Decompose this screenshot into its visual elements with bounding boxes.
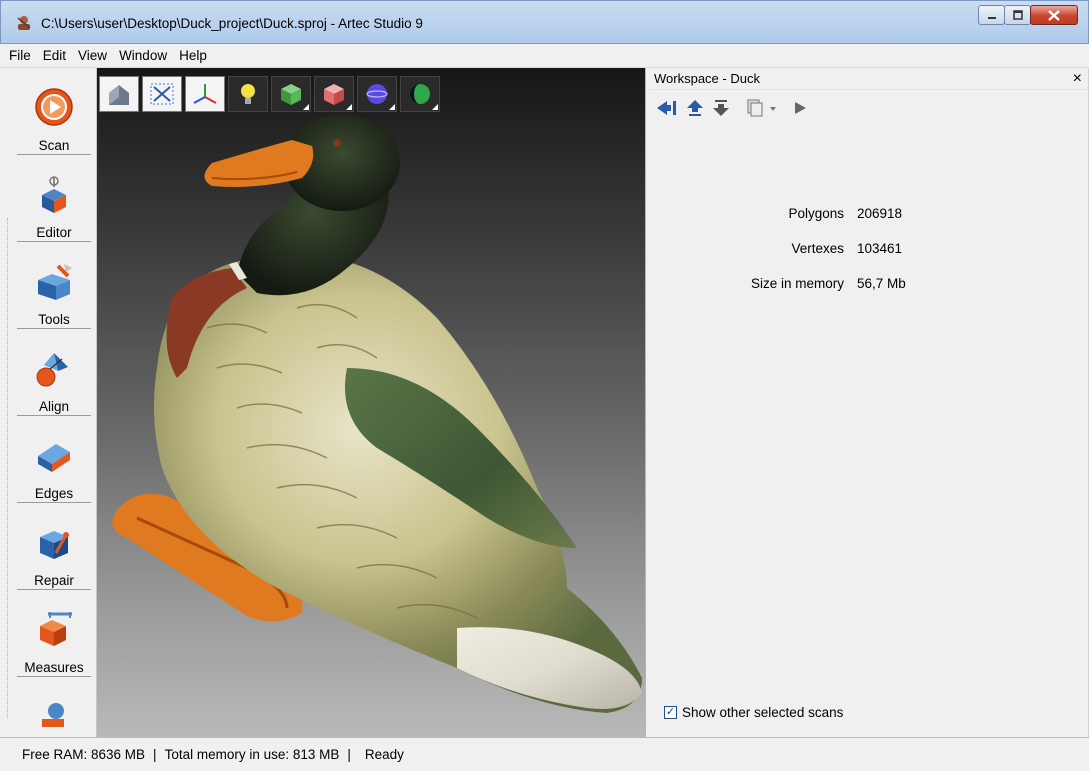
menu-help[interactable]: Help <box>173 45 213 67</box>
maximize-button[interactable] <box>1004 5 1031 25</box>
sphere-mode-button[interactable] <box>357 76 397 112</box>
editor-button[interactable]: Editor <box>17 155 91 242</box>
3d-viewport[interactable] <box>97 68 645 737</box>
scan-label: Scan <box>38 138 70 153</box>
measures-button[interactable]: Measures <box>17 590 91 677</box>
home-view-icon <box>109 85 129 105</box>
workspace-toolbar <box>656 98 816 118</box>
ready-status: Ready <box>364 747 404 762</box>
solid-mode-icon <box>324 84 344 105</box>
left-toolbar: Scan Editor Tools Align Edges Repair Mea… <box>0 68 97 737</box>
dark-mode-icon <box>410 84 430 104</box>
move-down-button[interactable] <box>712 98 730 118</box>
workspace-panel: Workspace - Duck × Polygons 206918 Verte… <box>650 68 1089 737</box>
stat-vertexes: Vertexes 103461 <box>650 241 1089 261</box>
measures-icon <box>40 612 72 646</box>
status-separator: | <box>153 747 157 762</box>
repair-label: Repair <box>34 573 74 588</box>
workspace-header: Workspace - Duck × <box>650 68 1088 90</box>
title-bar: C:\Users\user\Desktop\Duck_project\Duck.… <box>0 0 1089 44</box>
stat-value: 103461 <box>857 241 903 256</box>
solid-mode-button[interactable] <box>314 76 354 112</box>
total-memory-status: Total memory in use: 813 MB <box>164 747 340 762</box>
editor-label: Editor <box>36 225 72 240</box>
tools-button[interactable]: Tools <box>17 242 91 329</box>
stat-size-in-memory: Size in memory 56,7 Mb <box>650 276 1089 296</box>
stat-value: 56,7 Mb <box>857 276 906 291</box>
menu-edit[interactable]: Edit <box>37 45 72 67</box>
axes-icon <box>193 84 217 104</box>
lightbulb-icon <box>241 84 255 104</box>
status-separator: | <box>347 747 351 762</box>
repair-icon <box>40 531 69 559</box>
collapse-left-icon <box>657 101 676 115</box>
move-up-icon <box>687 100 703 116</box>
menu-window[interactable]: Window <box>113 45 173 67</box>
menu-file[interactable]: File <box>3 45 37 67</box>
move-up-button[interactable] <box>686 98 704 118</box>
align-button[interactable]: Align <box>17 329 91 416</box>
copy-dropdown-button[interactable] <box>746 98 778 118</box>
stat-label: Vertexes <box>791 241 844 256</box>
align-label: Align <box>38 399 70 414</box>
home-view-button[interactable] <box>99 76 139 112</box>
play-button[interactable] <box>792 98 808 118</box>
free-ram-status: Free RAM: 8636 MB <box>22 747 146 762</box>
light-button[interactable] <box>228 76 268 112</box>
move-down-icon <box>713 100 729 116</box>
fit-view-button[interactable] <box>142 76 182 112</box>
app-icon[interactable] <box>15 15 33 31</box>
edges-button[interactable]: Edges <box>17 416 91 503</box>
repair-button[interactable]: Repair <box>17 503 91 590</box>
stat-polygons: Polygons 206918 <box>650 206 1089 226</box>
axes-button[interactable] <box>185 76 225 112</box>
scan-icon <box>35 88 73 126</box>
minimize-button[interactable] <box>978 5 1005 25</box>
collapse-left-button[interactable] <box>656 98 678 118</box>
workspace-close-button[interactable]: × <box>1073 68 1082 90</box>
edges-label: Edges <box>34 486 74 501</box>
menu-view[interactable]: View <box>72 45 113 67</box>
duck-model <box>112 115 642 713</box>
fit-view-icon <box>150 83 174 105</box>
close-icon <box>1048 9 1060 21</box>
workspace-title: Workspace - Duck <box>654 71 760 86</box>
tools-label: Tools <box>38 312 70 327</box>
texture-mode-button[interactable] <box>271 76 311 112</box>
menu-bar: File Edit View Window Help <box>0 44 1089 68</box>
publish-icon <box>42 703 64 727</box>
texture-mode-icon <box>281 84 301 105</box>
toolbar-grip <box>7 218 10 718</box>
dark-mode-button[interactable] <box>400 76 440 112</box>
scan-button[interactable]: Scan <box>17 68 91 155</box>
show-other-selected-checkbox[interactable]: ✓ <box>664 706 677 719</box>
viewport-toolbar <box>99 76 443 112</box>
window-title: C:\Users\user\Desktop\Duck_project\Duck.… <box>41 16 423 31</box>
editor-icon <box>42 176 66 213</box>
more-tools-button[interactable] <box>17 677 91 737</box>
close-button[interactable] <box>1030 5 1078 25</box>
status-bar: Free RAM: 8636 MB | Total memory in use:… <box>0 737 1089 771</box>
play-icon <box>795 102 806 114</box>
measures-label: Measures <box>24 660 84 675</box>
edges-icon <box>38 444 70 472</box>
copy-icon <box>747 99 776 117</box>
stat-label: Size in memory <box>750 276 844 291</box>
show-other-selected-label: Show other selected scans <box>682 705 844 720</box>
window-controls <box>978 5 1078 25</box>
align-icon <box>36 353 68 387</box>
stat-label: Polygons <box>788 206 844 221</box>
maximize-icon <box>1012 10 1023 20</box>
stat-value: 206918 <box>857 206 903 221</box>
show-other-selected-scans[interactable]: ✓ Show other selected scans <box>664 705 843 720</box>
minimize-icon <box>987 17 996 19</box>
tools-icon <box>38 264 72 300</box>
sphere-mode-icon <box>366 84 388 104</box>
